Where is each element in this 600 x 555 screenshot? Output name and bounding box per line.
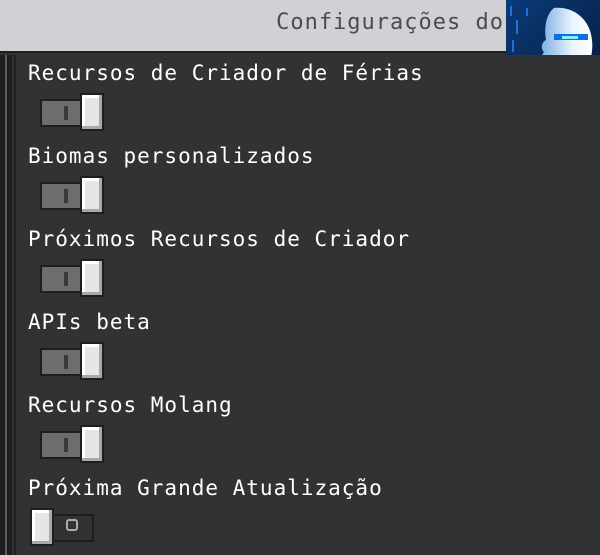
toggle-on-indicator-icon xyxy=(64,272,68,286)
toggle-switch[interactable] xyxy=(40,425,104,463)
setting-row: Recursos Molang xyxy=(28,389,588,473)
setting-row: Próxima Grande Atualização xyxy=(28,472,588,555)
toggle-knob[interactable] xyxy=(80,425,104,463)
toggle-on-indicator-icon xyxy=(64,189,68,203)
setting-row: Próximos Recursos de Criador xyxy=(28,223,588,307)
setting-label: Biomas personalizados xyxy=(28,144,315,168)
setting-row: APIs beta xyxy=(28,306,588,390)
page-title: Configurações do xyxy=(276,10,504,35)
setting-label: Recursos Molang xyxy=(28,393,233,417)
toggle-switch[interactable] xyxy=(40,176,104,214)
toggle-on-indicator-icon xyxy=(64,438,68,452)
settings-list: Recursos de Criador de Férias Biomas per… xyxy=(14,55,600,555)
toggle-off-indicator-icon xyxy=(66,519,78,531)
setting-label: Próximos Recursos de Criador xyxy=(28,227,411,251)
toggle-switch[interactable] xyxy=(40,342,104,380)
setting-row: Biomas personalizados xyxy=(28,140,588,224)
toggle-knob[interactable] xyxy=(80,93,104,131)
setting-row: Recursos de Criador de Férias xyxy=(28,57,588,141)
toggle-on-indicator-icon xyxy=(64,106,68,120)
toggle-on-indicator-icon xyxy=(64,355,68,369)
settings-screen: Configurações do Recursos de Criador de … xyxy=(0,0,600,555)
toggle-knob[interactable] xyxy=(30,508,54,546)
toggle-switch[interactable] xyxy=(40,93,104,131)
sidebar-edge xyxy=(0,55,12,555)
setting-label: APIs beta xyxy=(28,310,151,334)
toggle-knob[interactable] xyxy=(80,342,104,380)
toggle-switch[interactable] xyxy=(40,259,104,297)
sidebar-divider xyxy=(5,55,7,555)
toggle-knob[interactable] xyxy=(80,259,104,297)
setting-label: Próxima Grande Atualização xyxy=(28,476,383,500)
toggle-knob[interactable] xyxy=(80,176,104,214)
setting-label: Recursos de Criador de Férias xyxy=(28,61,424,85)
toggle-switch[interactable] xyxy=(30,508,94,546)
